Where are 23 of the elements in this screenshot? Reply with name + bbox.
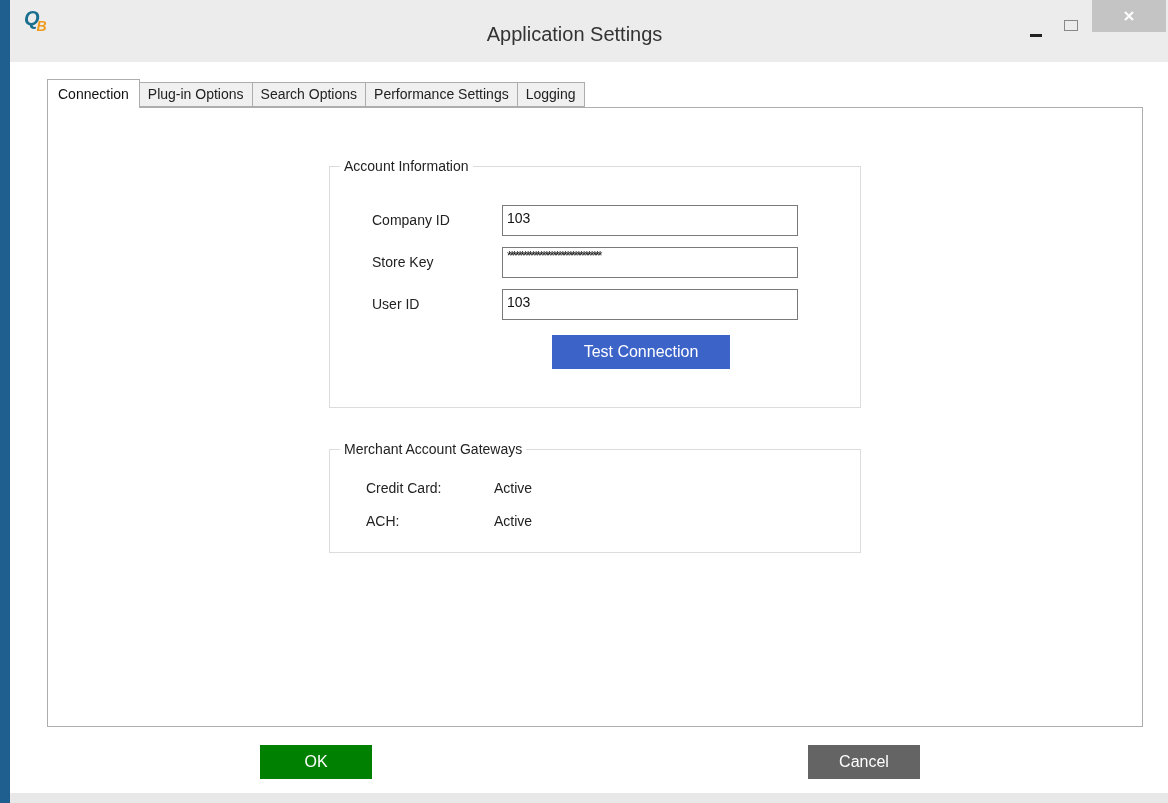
group-title: Merchant Account Gateways [340, 440, 527, 458]
tab[interactable]: Plug-in Options [139, 82, 253, 107]
window-title: Application Settings [486, 22, 663, 46]
gateway-status: Active [494, 479, 533, 498]
field-label: Store Key [372, 252, 435, 272]
input-field[interactable]: 103 [502, 204, 798, 236]
tab[interactable]: Search Options [252, 82, 367, 107]
minimize-icon[interactable] [1030, 34, 1042, 38]
gateway-label: Credit Card: [366, 479, 443, 498]
tab[interactable]: Logging [517, 82, 585, 107]
password-field[interactable]: *********************************** [502, 246, 798, 278]
ok-button[interactable]: OK [260, 745, 372, 779]
field-label: User ID [372, 294, 421, 314]
gateway-label: ACH: [366, 512, 401, 531]
tab[interactable]: Connection [47, 79, 140, 108]
maximize-icon[interactable] [1064, 20, 1078, 31]
input-field[interactable]: 103 [502, 288, 798, 320]
field-label: Company ID [372, 210, 451, 230]
cancel-button[interactable]: Cancel [808, 745, 920, 779]
gateway-status: Active [494, 512, 533, 531]
tab[interactable]: Performance Settings [366, 82, 518, 107]
close-icon [1124, 11, 1134, 21]
test-connection-button[interactable]: Test Connection [552, 335, 730, 369]
